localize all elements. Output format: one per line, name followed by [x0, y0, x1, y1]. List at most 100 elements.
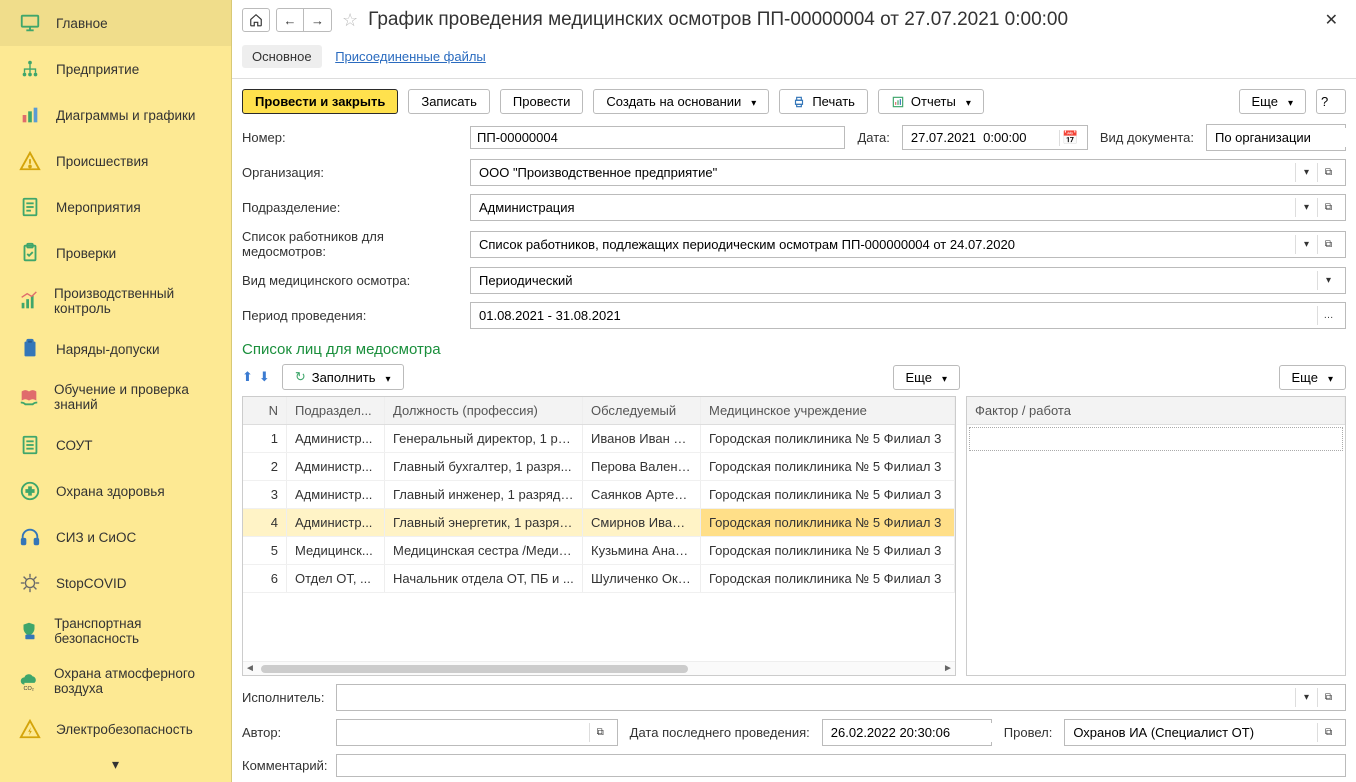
- sidebar-item-ppe[interactable]: СИЗ и СиОС: [0, 514, 231, 560]
- table-row[interactable]: 1Администр...Генеральный директор, 1 ра.…: [243, 425, 955, 453]
- forward-button[interactable]: →: [304, 8, 332, 32]
- more-button[interactable]: Еще: [1239, 89, 1306, 114]
- author-field[interactable]: ⧉: [336, 719, 618, 746]
- cell-pos: Главный бухгалтер, 1 разря...: [385, 453, 583, 480]
- th-dep[interactable]: Подраздел...: [287, 397, 385, 424]
- factor-body: [967, 425, 1345, 675]
- kind-input[interactable]: [477, 271, 1317, 290]
- home-button[interactable]: [242, 8, 270, 32]
- sidebar-item-sout[interactable]: СОУТ: [0, 422, 231, 468]
- favorite-star-icon[interactable]: ☆: [338, 10, 362, 31]
- grid-more-button[interactable]: Еще: [893, 365, 960, 390]
- write-button[interactable]: Записать: [408, 89, 490, 114]
- table-row[interactable]: 6Отдел ОТ, ...Начальник отдела ОТ, ПБ и …: [243, 565, 955, 593]
- sidebar-item-air[interactable]: CO₂ Охрана атмосферного воздуха: [0, 656, 231, 706]
- dropdown-icon[interactable]: ▾: [1295, 163, 1317, 182]
- table-row[interactable]: 4Администр...Главный энергетик, 1 разряд…: [243, 509, 955, 537]
- move-up-button[interactable]: ⬆: [242, 369, 253, 385]
- executor-input[interactable]: [343, 688, 1295, 707]
- sidebar-expand-toggle[interactable]: ▾: [0, 752, 231, 777]
- factor-empty-cell[interactable]: [969, 427, 1343, 451]
- section-title: Список лиц для медосмотра: [242, 341, 1346, 358]
- th-person[interactable]: Обследуемый: [583, 397, 701, 424]
- sidebar-item-label: Проверки: [56, 246, 116, 261]
- ellipsis-icon[interactable]: …: [1317, 306, 1339, 325]
- last-date-field[interactable]: [822, 719, 992, 746]
- sidebar-item-prod-control[interactable]: Производственный контроль: [0, 276, 231, 326]
- table-row[interactable]: 2Администр...Главный бухгалтер, 1 разря.…: [243, 453, 955, 481]
- executor-field[interactable]: ▾ ⧉: [336, 684, 1346, 711]
- dropdown-icon[interactable]: ▾: [1295, 198, 1317, 217]
- open-icon[interactable]: ⧉: [1317, 723, 1339, 742]
- dropdown-icon[interactable]: ▾: [1295, 235, 1317, 254]
- main: ← → ☆ График проведения медицинских осмо…: [232, 0, 1356, 782]
- period-field[interactable]: …: [470, 302, 1346, 329]
- dropdown-icon[interactable]: ▾: [1317, 271, 1339, 290]
- post-button[interactable]: Провести: [500, 89, 584, 114]
- car-shield-icon: [18, 619, 40, 643]
- fill-button[interactable]: ↻ Заполнить: [282, 364, 404, 390]
- sidebar-item-incidents[interactable]: Происшествия: [0, 138, 231, 184]
- number-field[interactable]: [470, 126, 845, 149]
- sidebar-item-enterprise[interactable]: Предприятие: [0, 46, 231, 92]
- sidebar-item-events[interactable]: Мероприятия: [0, 184, 231, 230]
- open-icon[interactable]: ⧉: [1317, 688, 1339, 707]
- cell-dep: Администр...: [287, 425, 385, 452]
- tab-main[interactable]: Основное: [242, 45, 322, 68]
- org-field[interactable]: ▾ ⧉: [470, 159, 1346, 186]
- cell-n: 6: [243, 565, 287, 592]
- org-input[interactable]: [477, 163, 1295, 182]
- sidebar-item-permits[interactable]: Наряды-допуски: [0, 326, 231, 372]
- reports-button[interactable]: Отчеты: [878, 89, 984, 114]
- open-icon[interactable]: ⧉: [589, 723, 611, 742]
- back-button[interactable]: ←: [276, 8, 304, 32]
- sidebar-item-transport[interactable]: Транспортная безопасность: [0, 606, 231, 656]
- help-button[interactable]: ?: [1316, 89, 1346, 114]
- horizontal-scrollbar[interactable]: ◄►: [243, 661, 955, 675]
- sidebar-item-health[interactable]: Охрана здоровья: [0, 468, 231, 514]
- date-field[interactable]: 📅: [902, 125, 1088, 150]
- cell-clinic: Городская поликлиника № 5 Филиал 3: [701, 481, 955, 508]
- doc-type-input[interactable]: [1213, 128, 1356, 147]
- conducted-by-field[interactable]: ⧉: [1064, 719, 1346, 746]
- close-button[interactable]: ✕: [1317, 6, 1346, 34]
- th-factor[interactable]: Фактор / работа: [967, 397, 1345, 424]
- post-and-close-button[interactable]: Провести и закрыть: [242, 89, 398, 114]
- sidebar-item-training[interactable]: Обучение и проверка знаний: [0, 372, 231, 422]
- author-input[interactable]: [343, 723, 589, 742]
- th-pos[interactable]: Должность (профессия): [385, 397, 583, 424]
- tab-files[interactable]: Присоединенные файлы: [325, 45, 496, 68]
- conducted-by-input[interactable]: [1071, 723, 1317, 742]
- dropdown-icon[interactable]: ▾: [1295, 688, 1317, 707]
- sidebar-item-stopcovid[interactable]: StopCOVID: [0, 560, 231, 606]
- side-grid-more-button[interactable]: Еще: [1279, 365, 1346, 390]
- doc-type-field[interactable]: ▾: [1206, 124, 1346, 151]
- create-from-button[interactable]: Создать на основании: [593, 89, 769, 114]
- table-row[interactable]: 5Медицинск...Медицинская сестра /Медиц..…: [243, 537, 955, 565]
- th-n[interactable]: N: [243, 397, 287, 424]
- open-icon[interactable]: ⧉: [1317, 163, 1339, 182]
- table-row[interactable]: 3Администр...Главный инженер, 1 разряд .…: [243, 481, 955, 509]
- sidebar-item-electro[interactable]: Электробезопасность: [0, 706, 231, 752]
- sidebar-item-main[interactable]: Главное: [0, 0, 231, 46]
- list-input[interactable]: [477, 235, 1295, 254]
- sidebar-item-checks[interactable]: Проверки: [0, 230, 231, 276]
- calendar-icon[interactable]: 📅: [1059, 130, 1081, 146]
- dep-input[interactable]: [477, 198, 1295, 217]
- cell-dep: Администр...: [287, 509, 385, 536]
- date-input[interactable]: [909, 129, 1059, 146]
- list-field[interactable]: ▾ ⧉: [470, 231, 1346, 258]
- th-clinic[interactable]: Медицинское учреждение: [701, 397, 955, 424]
- last-date-input[interactable]: [829, 723, 1009, 742]
- sidebar-item-label: Наряды-допуски: [56, 342, 160, 357]
- headphones-icon: [18, 525, 42, 549]
- dep-field[interactable]: ▾ ⧉: [470, 194, 1346, 221]
- comment-field[interactable]: [336, 754, 1346, 777]
- print-button[interactable]: Печать: [779, 89, 868, 114]
- open-icon[interactable]: ⧉: [1317, 198, 1339, 217]
- open-icon[interactable]: ⧉: [1317, 235, 1339, 254]
- period-input[interactable]: [477, 306, 1317, 325]
- move-down-button[interactable]: ⬇: [259, 369, 270, 385]
- sidebar-item-charts[interactable]: Диаграммы и графики: [0, 92, 231, 138]
- kind-field[interactable]: ▾: [470, 267, 1346, 294]
